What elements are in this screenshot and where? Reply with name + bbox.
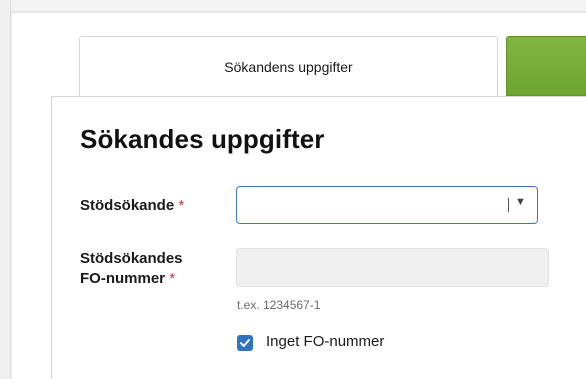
applicant-select[interactable]	[236, 186, 538, 224]
no-business-id-checkbox[interactable]	[237, 335, 253, 351]
applicant-label-text: Stödsökande	[80, 197, 175, 214]
tab-applicant-info-label: Sökandens uppgifter	[224, 59, 353, 75]
chevron-down-icon[interactable]: ▼	[515, 196, 526, 208]
page: Sökandens uppgifter Sökandes uppgifter S…	[0, 0, 586, 379]
business-id-label-line1: Stödsökandes	[80, 250, 183, 267]
page-title: Sökandes uppgifter	[80, 124, 325, 154]
tab-next[interactable]	[506, 36, 586, 96]
checkmark-icon	[240, 339, 250, 347]
applicant-label: Stödsökande *	[80, 196, 184, 216]
left-rail	[0, 0, 11, 379]
business-id-label: Stödsökandes FO-nummer *	[80, 249, 183, 289]
no-business-id-label[interactable]: Inget FO-nummer	[266, 333, 384, 350]
required-marker: *	[169, 270, 176, 287]
business-id-hint: t.ex. 1234567-1	[237, 298, 321, 312]
tab-applicant-info[interactable]: Sökandens uppgifter	[79, 36, 498, 97]
business-id-label-line2: FO-nummer	[80, 270, 166, 287]
top-strip	[11, 0, 586, 12]
select-separator	[508, 198, 509, 212]
required-marker: *	[178, 197, 185, 214]
business-id-input[interactable]	[236, 248, 549, 287]
